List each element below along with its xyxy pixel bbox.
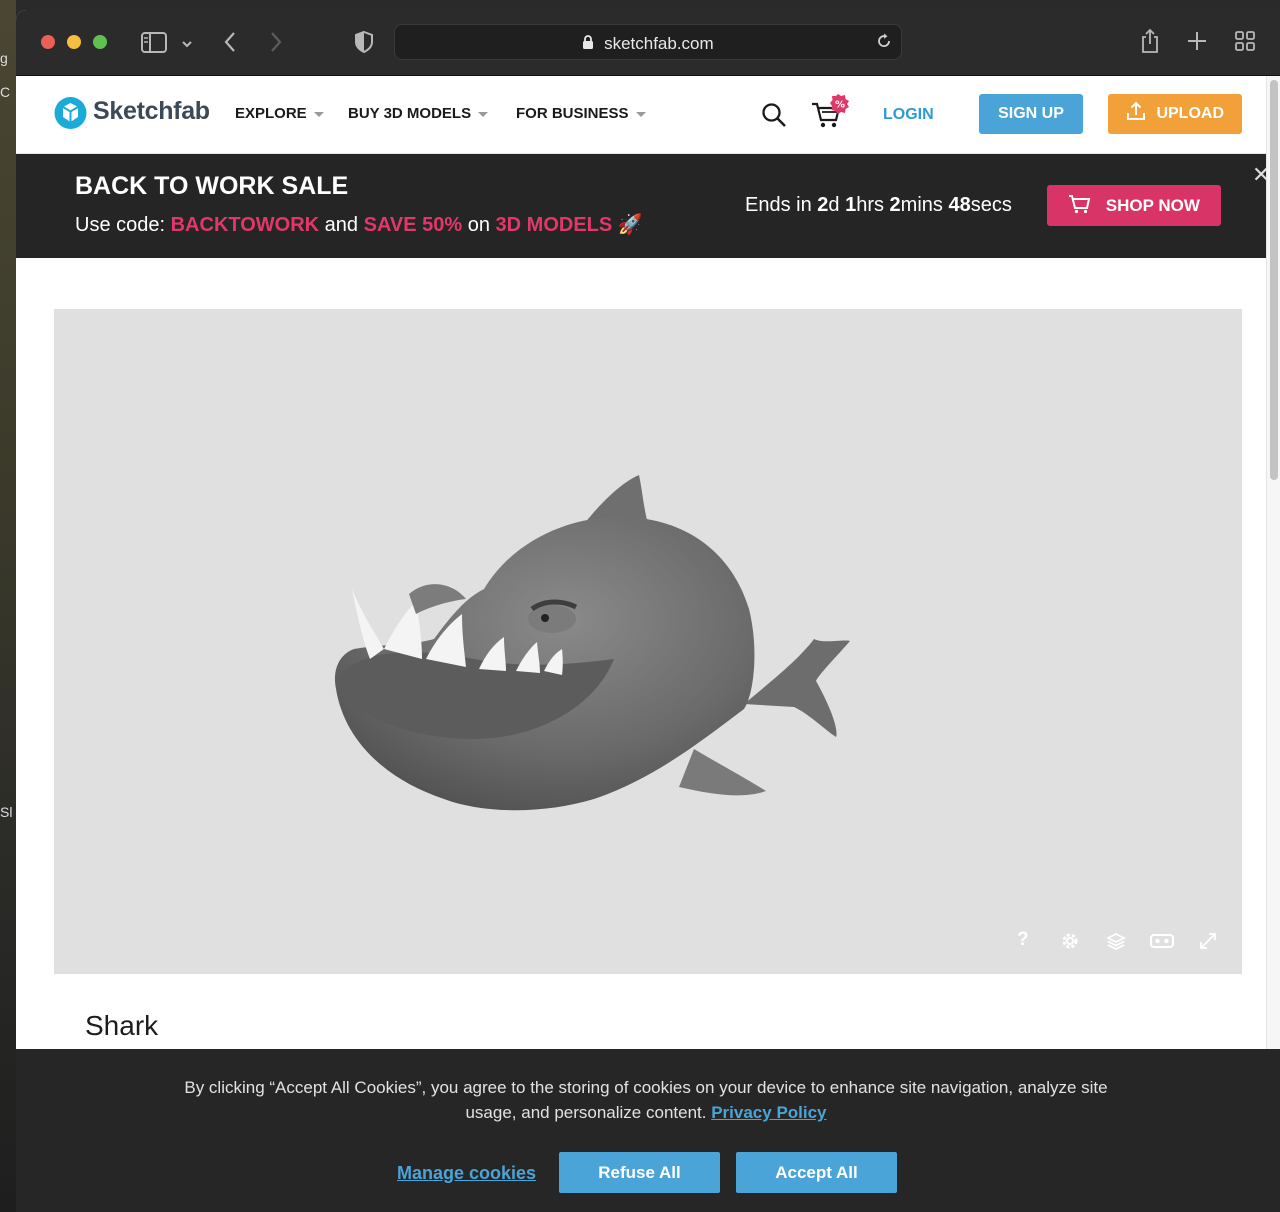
- settings-gear-icon[interactable]: [1060, 931, 1080, 956]
- page-scrollbar[interactable]: [1266, 76, 1280, 1212]
- reload-icon[interactable]: [875, 32, 893, 55]
- countdown-days-unit: d: [828, 194, 846, 216]
- shop-now-button[interactable]: SHOP NOW: [1047, 185, 1221, 226]
- countdown-mins: 2: [889, 194, 901, 216]
- countdown-secs: 48: [948, 194, 971, 216]
- fullscreen-icon[interactable]: [1198, 931, 1218, 956]
- desktop-fragment: C: [0, 84, 11, 100]
- browser-window: sketchfab.com Sketchfab EXPLORE BUY 3D M…: [16, 10, 1280, 1212]
- vr-headset-icon[interactable]: [1150, 933, 1174, 954]
- nav-for-business[interactable]: FOR BUSINESS: [516, 105, 646, 122]
- caret-down-icon: [313, 111, 324, 117]
- cookie-message: By clicking “Accept All Cookies”, you ag…: [176, 1075, 1116, 1125]
- address-bar[interactable]: sketchfab.com: [394, 24, 902, 60]
- chevron-down-icon[interactable]: [181, 34, 193, 54]
- promo-mid: and: [319, 214, 364, 236]
- caret-down-icon: [635, 111, 646, 117]
- nav-buy-3d-models[interactable]: BUY 3D MODELS: [348, 105, 489, 122]
- nav-explore-label: EXPLORE: [235, 105, 307, 122]
- shark-model-render[interactable]: [54, 309, 1242, 974]
- sale-banner: BACK TO WORK SALE Use code: BACKTOWORK a…: [16, 154, 1270, 258]
- nav-explore[interactable]: EXPLORE: [235, 105, 324, 122]
- countdown-prefix: Ends in: [745, 194, 818, 216]
- tab-overview-icon[interactable]: [1235, 31, 1255, 55]
- banner-promo-text: Use code: BACKTOWORK and SAVE 50% on 3D …: [75, 212, 643, 237]
- shield-icon[interactable]: [354, 30, 374, 58]
- upload-button[interactable]: UPLOAD: [1108, 94, 1242, 134]
- site-header: Sketchfab EXPLORE BUY 3D MODELS FOR BUSI…: [16, 76, 1266, 154]
- nav-business-label: FOR BUSINESS: [516, 105, 629, 122]
- window-minimize-button[interactable]: [67, 35, 81, 49]
- url-text: sketchfab.com: [604, 34, 714, 53]
- browser-toolbar: sketchfab.com: [16, 10, 1280, 76]
- cart-icon: [1068, 195, 1106, 215]
- rocket-icon: 🚀: [617, 214, 643, 236]
- upload-icon: [1126, 101, 1156, 122]
- scrollbar-thumb[interactable]: [1270, 80, 1278, 480]
- search-icon[interactable]: [761, 102, 787, 133]
- sidebar-toggle-icon[interactable]: [141, 32, 167, 58]
- login-link[interactable]: LOGIN: [883, 106, 934, 124]
- promo-code: BACKTOWORK: [170, 214, 320, 236]
- countdown-mins-unit: mins: [900, 194, 949, 216]
- model-title: Shark: [85, 1010, 159, 1041]
- sale-countdown: Ends in 2d 1hrs 2mins 48secs: [745, 194, 1012, 217]
- model-viewer[interactable]: ?: [54, 309, 1242, 974]
- sign-up-button[interactable]: SIGN UP: [979, 94, 1083, 134]
- promo-on: on: [462, 214, 496, 236]
- promo-target: 3D MODELS: [495, 214, 613, 236]
- layers-icon[interactable]: [1105, 931, 1127, 956]
- countdown-secs-unit: secs: [970, 194, 1012, 216]
- cookie-message-text: By clicking “Accept All Cookies”, you ag…: [184, 1078, 1108, 1122]
- caret-down-icon: [478, 111, 489, 117]
- cart-badge-text: %: [835, 100, 845, 111]
- back-icon[interactable]: [223, 31, 237, 57]
- upload-label: UPLOAD: [1156, 105, 1224, 122]
- help-icon[interactable]: ?: [1017, 929, 1029, 951]
- accept-all-button[interactable]: Accept All: [736, 1152, 897, 1193]
- banner-title: BACK TO WORK SALE: [75, 172, 349, 200]
- logo-text[interactable]: Sketchfab: [93, 97, 210, 126]
- address-text: sketchfab.com: [395, 34, 901, 54]
- privacy-policy-link[interactable]: Privacy Policy: [711, 1103, 826, 1122]
- lock-icon: [582, 34, 604, 53]
- sketchfab-logo-icon[interactable]: [54, 96, 87, 135]
- promo-save: SAVE 50%: [363, 214, 463, 236]
- desktop-background: g C Sl: [0, 0, 16, 1212]
- shop-now-label: SHOP NOW: [1105, 196, 1200, 215]
- promo-prefix: Use code:: [75, 214, 171, 236]
- share-icon[interactable]: [1140, 28, 1160, 58]
- countdown-hours: 1: [845, 194, 857, 216]
- forward-icon[interactable]: [269, 31, 283, 57]
- nav-buy-label: BUY 3D MODELS: [348, 105, 472, 122]
- window-close-button[interactable]: [41, 35, 55, 49]
- desktop-fragment: Sl: [0, 804, 13, 820]
- new-tab-icon[interactable]: [1187, 31, 1207, 55]
- manage-cookies-link[interactable]: Manage cookies: [397, 1163, 536, 1184]
- refuse-all-button[interactable]: Refuse All: [559, 1152, 720, 1193]
- countdown-hours-unit: hrs: [856, 194, 890, 216]
- cookie-consent-banner: By clicking “Accept All Cookies”, you ag…: [16, 1049, 1280, 1212]
- cart-icon[interactable]: %: [810, 92, 852, 135]
- desktop-fragment: g: [0, 50, 8, 66]
- window-zoom-button[interactable]: [93, 35, 107, 49]
- countdown-days: 2: [817, 194, 829, 216]
